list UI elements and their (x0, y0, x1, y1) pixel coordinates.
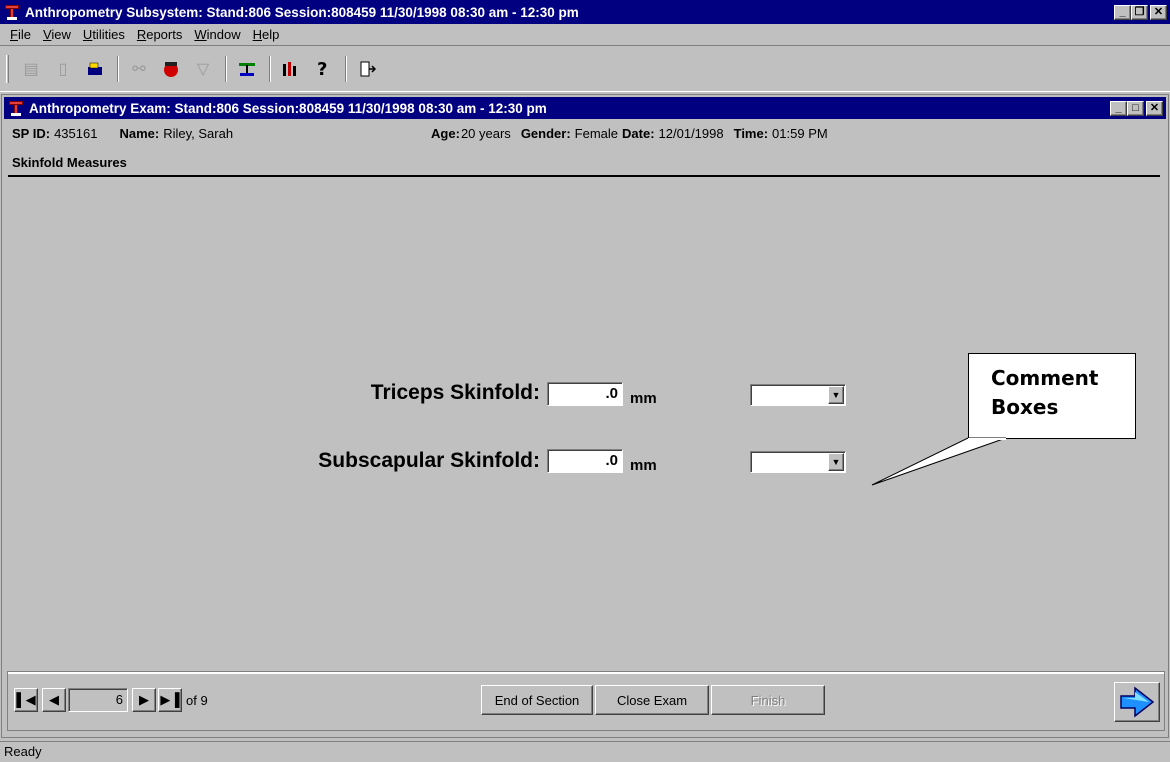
chevron-down-icon[interactable]: ▼ (828, 453, 844, 471)
participant-info: SP ID: 435161 Name: Riley, Sarah Age: 20… (8, 121, 1160, 145)
finish-button[interactable]: Finish (711, 685, 825, 715)
age-label: Age: (431, 125, 460, 141)
app-title: Anthropometry Subsystem: Stand:806 Sessi… (25, 4, 579, 20)
minimize-icon[interactable]: _ (1114, 4, 1131, 20)
date-label: Date: (622, 125, 655, 141)
callout-pointer (871, 437, 1007, 486)
exam-logo-icon (7, 99, 25, 117)
time-label: Time: (733, 125, 769, 141)
subscap-unit: mm (630, 457, 657, 474)
toolbar-grip[interactable] (6, 54, 9, 83)
exam-title: Anthropometry Exam: Stand:806 Session:80… (29, 100, 547, 116)
exam-window: Anthropometry Exam: Stand:806 Session:80… (1, 94, 1169, 738)
date-value: 12/01/1998 (658, 125, 724, 141)
subscap-comment-select[interactable]: ▼ (750, 451, 846, 473)
exam-maximize-icon[interactable]: □ (1127, 100, 1144, 116)
name-label: Name: (119, 125, 160, 141)
subscap-label: Subscapular Skinfold: (318, 449, 540, 472)
menu-reports[interactable]: Reports (131, 27, 189, 42)
toolbar: ▤ ▯ ⚯ ▽ ? (0, 45, 1170, 92)
menu-bar: File View Utilities Reports Window Help (0, 24, 1170, 44)
exam-minimize-icon[interactable]: _ (1110, 100, 1127, 116)
last-record-icon[interactable]: ▶▐ (158, 688, 182, 712)
navigation-bar: ▌◀ ◀ 6 ▶ ▶▐ of 9 End of Section Close Ex… (7, 671, 1165, 731)
restore-icon[interactable]: ❐ (1131, 4, 1148, 20)
sp-id-label: SP ID: (12, 125, 51, 141)
balance-scale-icon[interactable] (235, 57, 259, 81)
app-logo-icon (3, 3, 21, 21)
page-number-field[interactable]: 6 (68, 688, 128, 712)
exam-title-bar[interactable]: Anthropometry Exam: Stand:806 Session:80… (4, 97, 1166, 119)
chevron-down-icon[interactable]: ▼ (828, 386, 844, 404)
previous-record-icon[interactable]: ◀ (42, 688, 66, 712)
status-bar: Ready (0, 741, 1170, 762)
gender-label: Gender: (520, 125, 571, 141)
section-title: Skinfold Measures (8, 155, 1160, 177)
next-page-arrow-icon[interactable] (1114, 682, 1160, 722)
callout-line-2: Boxes (991, 395, 1059, 419)
triceps-unit: mm (630, 390, 657, 407)
exit-icon[interactable] (355, 57, 379, 81)
subscap-input[interactable]: .0 (547, 449, 623, 473)
gender-value: Female (574, 125, 619, 141)
menu-view[interactable]: View (37, 27, 77, 42)
svg-text:?: ? (317, 59, 327, 79)
menu-help[interactable]: Help (247, 27, 286, 42)
menu-utilities[interactable]: Utilities (77, 27, 131, 42)
triceps-label: Triceps Skinfold: (370, 381, 540, 404)
stop-hand-icon[interactable] (159, 57, 183, 81)
triceps-comment-select[interactable]: ▼ (750, 384, 846, 406)
first-record-icon[interactable]: ▌◀ (14, 688, 38, 712)
age-value: 20 years (460, 125, 511, 141)
close-icon[interactable]: ✕ (1150, 4, 1167, 20)
open-icon[interactable] (83, 57, 107, 81)
stats-icon[interactable] (279, 57, 303, 81)
exam-close-icon[interactable]: ✕ (1146, 100, 1163, 116)
new-icon[interactable]: ▤ (19, 57, 43, 81)
inbox-icon[interactable]: ▽ (191, 57, 215, 81)
app-title-bar[interactable]: Anthropometry Subsystem: Stand:806 Sessi… (0, 0, 1170, 24)
name-value: Riley, Sarah (163, 125, 234, 141)
end-of-section-button[interactable]: End of Section (481, 685, 593, 715)
menu-file[interactable]: File (4, 27, 37, 42)
help-icon[interactable]: ? (311, 57, 335, 81)
triceps-input[interactable]: .0 (547, 382, 623, 406)
sp-id-value: 435161 (54, 125, 98, 141)
time-value: 01:59 PM (772, 125, 828, 141)
page-count: of 9 (186, 693, 208, 708)
callout-line-1: Comment (991, 366, 1099, 390)
next-record-icon[interactable]: ▶ (132, 688, 156, 712)
close-exam-button[interactable]: Close Exam (595, 685, 709, 715)
binoculars-icon[interactable]: ⚯ (127, 57, 151, 81)
menu-window[interactable]: Window (188, 27, 246, 42)
clipboard-icon[interactable]: ▯ (51, 57, 75, 81)
